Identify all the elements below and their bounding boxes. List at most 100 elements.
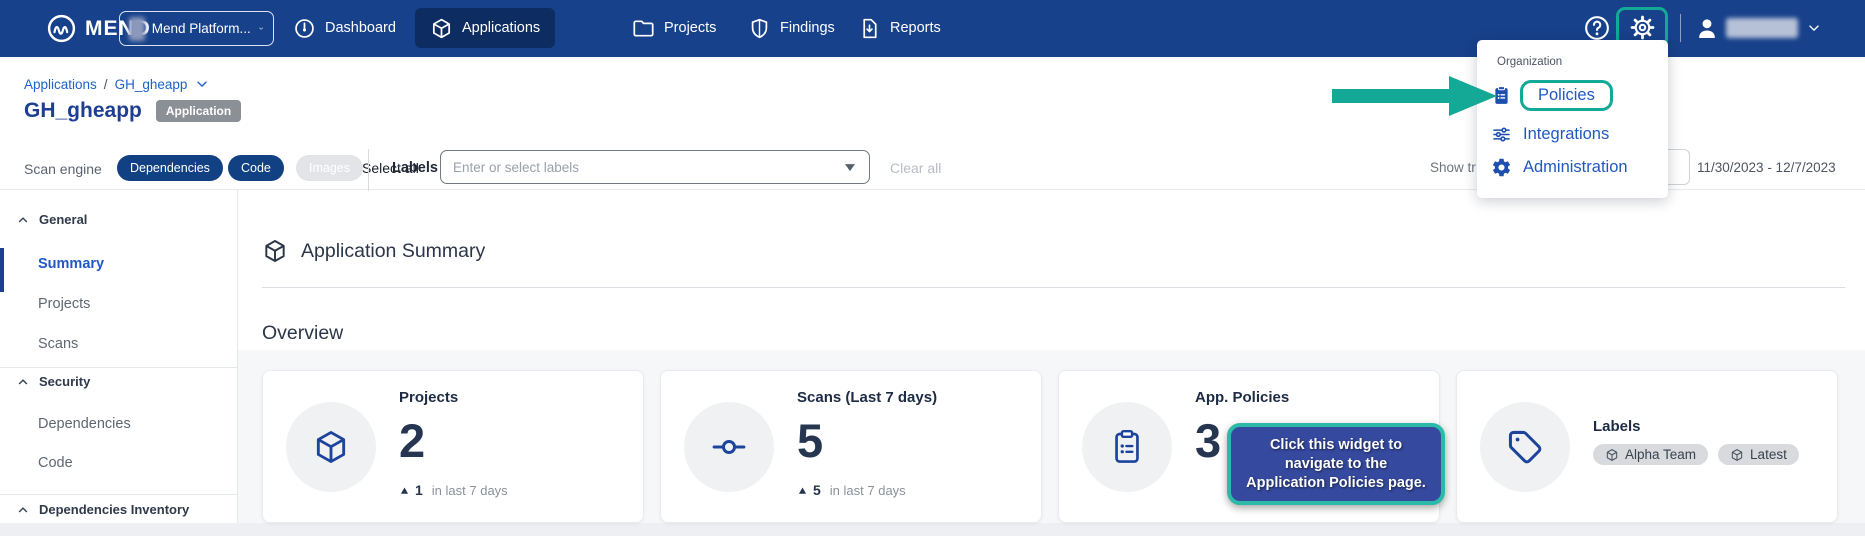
sidebar-section-label: Dependencies Inventory [39,502,189,517]
menu-item-administration[interactable]: Administration [1477,157,1628,178]
triangle-up-icon [399,485,410,496]
engine-chip-dependencies[interactable]: Dependencies [117,155,223,181]
card-delta: 5 in last 7 days [797,482,906,498]
nav-divider [1680,14,1681,42]
nav-item-label: Projects [664,20,716,36]
sidebar-divider [0,494,238,495]
sidebar-item-summary[interactable]: Summary [38,256,104,272]
card-icon-circle [286,402,376,492]
chip-label: Alpha Team [1625,447,1696,462]
card-value: 3 [1195,415,1221,467]
chevron-down-icon [258,21,264,36]
tooltip-line: navigate to the [1285,455,1387,474]
nav-item-findings[interactable]: Findings [748,8,835,48]
sidebar-section-label: General [39,212,87,227]
breadcrumb-current-link[interactable]: GH_gheapp [115,77,188,92]
cube-icon [312,428,350,466]
administration-gear-icon [1491,157,1512,178]
nav-item-label: Findings [780,20,835,36]
tag-icon [1506,428,1544,466]
gear-icon [1629,14,1656,41]
chevron-up-icon [16,503,30,517]
cube-icon [1605,448,1619,462]
cube-icon [262,238,288,264]
cube-icon [1730,448,1744,462]
show-trend-label: Show tr [1430,160,1476,175]
mend-logo-icon [46,13,77,44]
redacted-username [1726,18,1798,38]
sidebar-section-dependencies-inventory[interactable]: Dependencies Inventory [16,502,189,517]
breadcrumb-chevron-icon[interactable] [194,76,210,92]
nav-item-applications[interactable]: Applications [415,8,555,48]
card-labels[interactable]: Labels Alpha Team Latest [1456,370,1838,523]
card-projects[interactable]: Projects 2 1 in last 7 days [262,370,644,523]
scan-engine-label: Scan engine [24,161,102,177]
card-icon-circle [684,402,774,492]
policies-clipboard-icon [1108,428,1146,466]
dropdown-section-label: Organization [1497,56,1562,68]
sidebar-item-scans[interactable]: Scans [38,336,78,352]
menu-item-label: Administration [1523,158,1628,177]
folder-icon [632,17,655,40]
card-title: App. Policies [1195,389,1289,406]
engine-chip-images: Images [296,155,363,181]
labels-select[interactable] [440,150,870,184]
select-dropdown-arrow-icon[interactable] [843,160,857,174]
integrations-sliders-icon [1491,124,1512,145]
chevron-up-icon [16,213,30,227]
card-icon-circle [1082,402,1172,492]
nav-item-reports[interactable]: Reports [858,8,941,48]
sidebar-item-dependencies[interactable]: Dependencies [38,416,131,432]
sidebar-section-security[interactable]: Security [16,374,90,389]
nav-item-label: Dashboard [325,20,396,36]
report-icon [858,17,881,40]
card-value: 2 [399,415,425,467]
nav-item-label: Reports [890,20,941,36]
tooltip-line: Application Policies page. [1246,474,1426,493]
label-chip-alpha-team[interactable]: Alpha Team [1593,444,1708,465]
card-title: Projects [399,389,458,406]
user-avatar-icon[interactable] [1694,15,1720,41]
menu-item-integrations[interactable]: Integrations [1477,124,1609,145]
nav-item-dashboard[interactable]: Dashboard [293,8,396,48]
labels-input[interactable] [441,160,843,175]
settings-dropdown-menu: Organization Policies Integrations Admin… [1477,40,1668,198]
nav-item-label: Applications [462,20,540,36]
card-scans[interactable]: Scans (Last 7 days) 5 5 in last 7 days [660,370,1042,523]
scan-icon [710,428,748,466]
sidebar-item-code[interactable]: Code [38,455,73,471]
card-value: 5 [797,415,823,467]
section-divider [262,287,1845,288]
org-selector-label: Mend Platform... [152,21,251,36]
breadcrumb-separator: / [104,77,108,92]
policies-widget-tooltip: Click this widget to navigate to the App… [1227,423,1445,505]
sidebar-divider [0,367,238,368]
nav-item-projects[interactable]: Projects [632,8,716,48]
page-title: GH_gheapp [24,99,142,123]
chevron-up-icon [16,375,30,389]
breadcrumb-applications-link[interactable]: Applications [24,77,97,92]
card-delta: 1 in last 7 days [399,482,508,498]
labels-label: Labels [392,160,438,176]
organization-selector[interactable]: Mend Platform... [119,11,274,46]
date-range-value[interactable]: 11/30/2023 - 12/7/2023 [1697,160,1836,175]
main-content [238,190,1865,350]
sidebar-item-projects[interactable]: Projects [38,296,90,312]
delta-value: 1 [415,482,423,498]
menu-item-label: Policies [1520,80,1613,111]
clear-all-link[interactable]: Clear all [890,160,941,176]
overview-title: Overview [262,322,343,345]
sidebar-section-label: Security [39,374,90,389]
application-summary-title: Application Summary [301,240,485,263]
tooltip-line: Click this widget to [1270,436,1402,455]
card-icon-circle [1480,402,1570,492]
delta-value: 5 [813,482,821,498]
triangle-up-icon [797,485,808,496]
sidebar-section-general[interactable]: General [16,212,87,227]
user-menu-chevron-icon[interactable] [1806,20,1822,36]
label-chip-latest[interactable]: Latest [1718,444,1799,465]
application-badge: Application [156,100,241,122]
engine-chip-code[interactable]: Code [228,155,284,181]
help-icon[interactable] [1583,14,1611,42]
dashboard-gauge-icon [293,17,316,40]
